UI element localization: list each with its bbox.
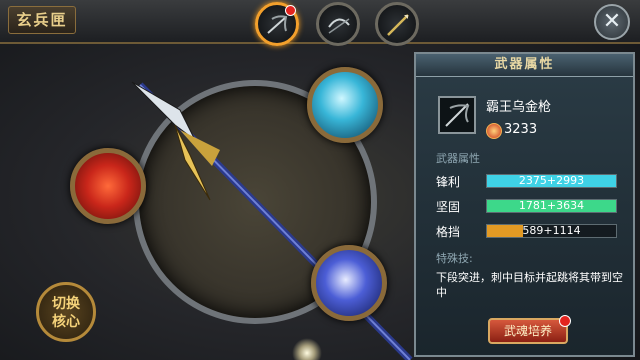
attr-bar-sharp: 2375+2993 xyxy=(486,174,617,188)
attr-bar-block: 589+1114 xyxy=(486,224,617,238)
game-screen: 玄兵匣 ✕ 切换 核心 武器属性 霸王乌金枪 3233 武器属性 锋利 2375… xyxy=(0,0,640,360)
attr-bar-sturdy: 1781+3634 xyxy=(486,199,617,213)
sparkle-effect xyxy=(292,338,322,360)
red-rune-orb[interactable] xyxy=(70,148,146,224)
cultivate-button-label: 武魂培养 xyxy=(503,324,552,338)
page-title: 玄兵匣 xyxy=(8,6,76,34)
weapon-tab-2[interactable] xyxy=(316,2,360,46)
weapon-icon xyxy=(438,96,476,134)
weapon-tab-1[interactable] xyxy=(255,2,299,46)
cultivate-button[interactable]: 武魂培养 xyxy=(488,315,571,344)
spear-icon xyxy=(387,14,409,36)
switch-core-button[interactable]: 切换 核心 xyxy=(36,282,96,342)
bow-icon xyxy=(328,18,350,34)
weapon-attributes-panel: 武器属性 霸王乌金枪 3233 武器属性 锋利 2375+2993 坚固 178… xyxy=(414,52,635,357)
crossbow-icon xyxy=(445,103,470,127)
cyan-orb[interactable] xyxy=(307,67,383,143)
skill-section-title: 特殊技: xyxy=(436,252,473,265)
top-bar: 玄兵匣 ✕ xyxy=(0,0,640,46)
weapon-name: 霸王乌金枪 xyxy=(486,100,552,115)
panel-title: 武器属性 xyxy=(416,54,633,77)
weapon-tab-3[interactable] xyxy=(375,2,419,46)
attr-value-sharp: 2375+2993 xyxy=(518,174,585,187)
attr-label-block: 格挡 xyxy=(436,225,461,239)
attr-label-sturdy: 坚固 xyxy=(436,200,461,214)
alert-dot xyxy=(559,315,571,327)
attributes-section-title: 武器属性 xyxy=(436,152,480,165)
blue-orb[interactable] xyxy=(311,245,387,321)
power-value: 3233 xyxy=(504,122,538,137)
power-icon xyxy=(486,123,502,139)
skill-description: 下段突进，刺中目标并起跳将其带到空中 xyxy=(436,271,623,299)
attr-label-sharp: 锋利 xyxy=(436,175,461,189)
attr-value-sturdy: 1781+3634 xyxy=(518,199,585,212)
close-icon: ✕ xyxy=(602,9,622,34)
close-button[interactable]: ✕ xyxy=(594,4,630,40)
alert-dot xyxy=(285,5,296,16)
switch-core-label-1: 切换 xyxy=(52,296,80,312)
attr-value-block: 589+1114 xyxy=(522,224,581,237)
switch-core-label-2: 核心 xyxy=(52,314,80,330)
